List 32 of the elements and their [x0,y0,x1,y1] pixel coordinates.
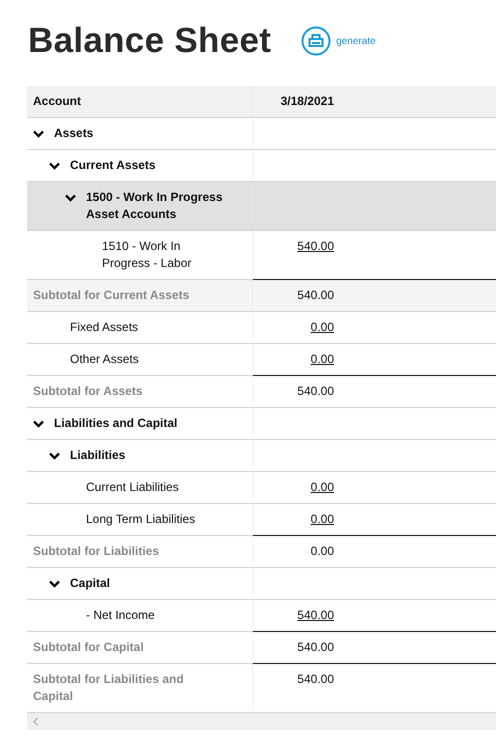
column-header[interactable]: Account [33,93,81,110]
subtotal-amount: 540.00 [297,640,334,654]
subtotal-label: Subtotal for Liabilities and Capital [33,671,185,705]
page-title: Balance Sheet [28,21,272,61]
group-label: Assets [54,125,94,142]
subtotal-label: Subtotal for Capital [33,639,144,656]
subtotal-label: Subtotal for Assets [33,383,143,400]
amount-link[interactable]: 0.00 [310,512,334,526]
subtotal-amount: 540.00 [297,384,334,398]
account-name: Current Liabilities [86,479,179,496]
group-label: 1500 - Work In Progress Asset Accounts [86,189,224,223]
subtotal-amount: 0.00 [310,544,334,558]
generate-link[interactable]: generate [336,36,376,46]
group-label: Capital [70,575,110,592]
account-name: Fixed Assets [70,319,138,336]
subtotal-amount: 540.00 [297,288,334,302]
column-header[interactable]: 3/18/2021 [253,93,334,110]
group-label: Current Assets [70,157,156,174]
amount-link[interactable]: 540.00 [297,239,334,253]
amount-link[interactable]: 0.00 [310,352,334,366]
subtotal-label: Subtotal for Liabilities [33,543,160,560]
group-label: Liabilities and Capital [54,415,178,432]
account-name: - Net Income [86,607,155,624]
account-name: Long Term Liabilities [86,511,196,528]
subtotal-label: Subtotal for Current Assets [33,287,190,304]
amount-link[interactable]: 0.00 [310,320,334,334]
account-name: Other Assets [70,351,139,368]
amount-link[interactable]: 0.00 [310,480,334,494]
account-name: 1510 - Work In Progress - Labor [102,238,192,272]
amount-link[interactable]: 540.00 [297,608,334,622]
subtotal-amount: 540.00 [297,672,334,686]
group-label: Liabilities [70,447,126,464]
